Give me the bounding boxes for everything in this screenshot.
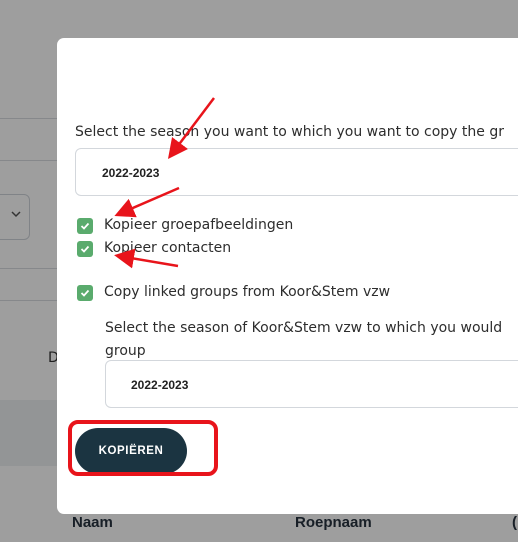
- annotation-arrows: [114, 97, 215, 269]
- annotation-arrow: [114, 248, 179, 269]
- annotation-arrow: [114, 186, 180, 218]
- annotation-arrow: [167, 97, 215, 159]
